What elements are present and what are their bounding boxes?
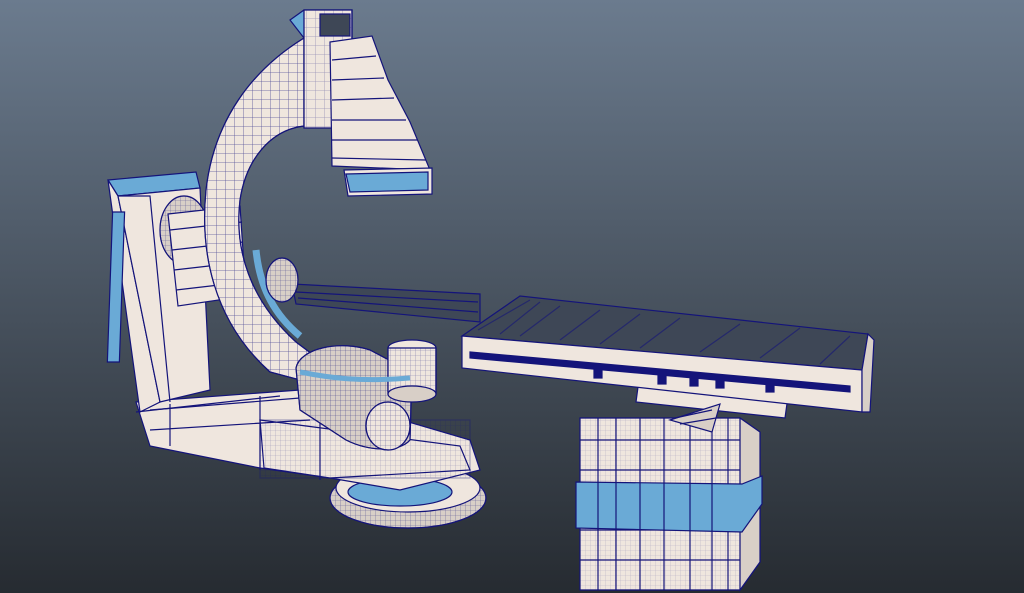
arc-hinge [265,257,299,303]
table-pedestal[interactable] [575,416,763,592]
wireframe-scene[interactable] [0,0,1024,593]
3d-viewport[interactable] [0,0,1024,593]
